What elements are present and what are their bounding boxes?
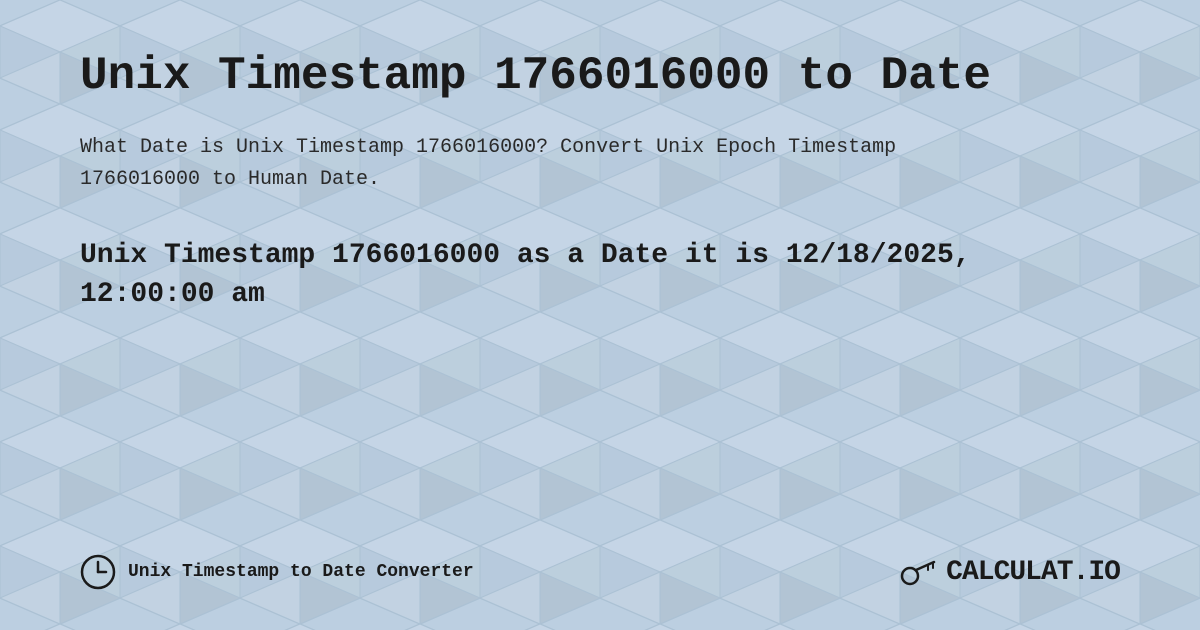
converter-label: Unix Timestamp to Date Converter (128, 562, 474, 582)
page-description: What Date is Unix Timestamp 1766016000? … (80, 132, 980, 196)
logo-icon (898, 554, 938, 590)
logo: CALCULAT.IO (898, 554, 1120, 590)
logo-text: CALCULAT.IO (946, 557, 1120, 588)
clock-icon (80, 554, 116, 590)
page-content: Unix Timestamp 1766016000 to Date What D… (0, 0, 1200, 630)
footer-left: Unix Timestamp to Date Converter (80, 554, 474, 590)
page-title: Unix Timestamp 1766016000 to Date (80, 50, 1120, 102)
result-text: Unix Timestamp 1766016000 as a Date it i… (80, 236, 1120, 314)
result-section: Unix Timestamp 1766016000 as a Date it i… (80, 236, 1120, 314)
footer: Unix Timestamp to Date Converter CALCULA… (80, 544, 1120, 590)
